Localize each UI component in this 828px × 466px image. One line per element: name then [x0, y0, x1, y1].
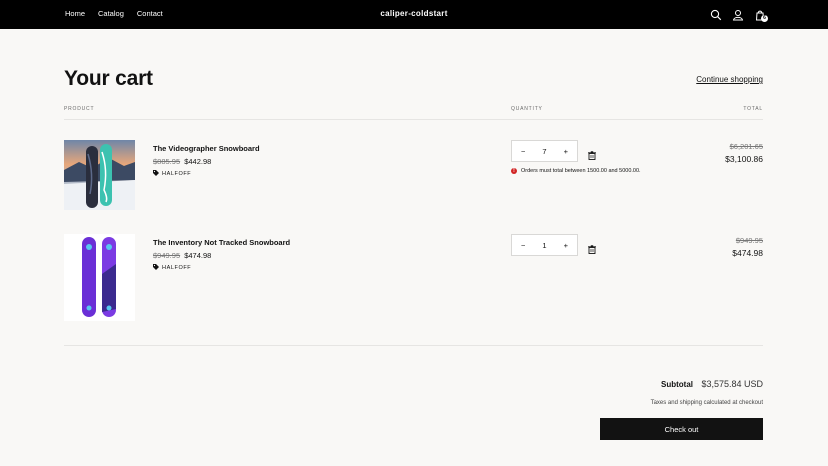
trash-icon[interactable] [588, 241, 596, 254]
divider [64, 119, 763, 120]
compare-price: $949.95 [153, 251, 181, 260]
search-icon[interactable] [710, 8, 722, 21]
cart-item: The Inventory Not Tracked Snowboard $949… [64, 234, 763, 322]
checkout-button[interactable]: Check out [600, 418, 763, 440]
error-icon: ! [511, 168, 517, 174]
continue-shopping-link[interactable]: Continue shopping [696, 75, 763, 84]
sale-price: $442.98 [184, 157, 212, 166]
product-price: $949.95 $474.98 [153, 251, 211, 260]
column-header-quantity: QUANTITY [511, 106, 543, 112]
subtotal-label: Subtotal [661, 380, 693, 389]
error-text: Orders must total between 1500.00 and 50… [521, 168, 641, 174]
product-price: $885.95 $442.98 [153, 157, 211, 166]
nav-catalog-link[interactable]: Catalog [98, 9, 124, 18]
compare-price: $885.95 [153, 157, 181, 166]
cart-count-badge: 6 [761, 15, 768, 22]
discount-tag: HALFOFF [153, 264, 191, 272]
increase-quantity-button[interactable]: + [564, 147, 568, 156]
discount-code: HALFOFF [162, 171, 192, 177]
main-nav: Home Catalog Contact [65, 9, 163, 18]
subtotal-value: $3,575.84 USD [701, 379, 763, 389]
product-name-link[interactable]: The Videographer Snowboard [153, 144, 260, 153]
column-header-product: PRODUCT [64, 106, 95, 112]
discount-code: HALFOFF [162, 265, 192, 271]
account-icon[interactable] [732, 8, 744, 21]
trash-icon[interactable] [588, 147, 596, 160]
product-image[interactable] [64, 234, 135, 321]
product-image[interactable] [64, 140, 135, 210]
taxes-note: Taxes and shipping calculated at checkou… [650, 400, 763, 406]
column-header-total: TOTAL [743, 106, 763, 112]
product-name-link[interactable]: The Inventory Not Tracked Snowboard [153, 238, 290, 247]
nav-contact-link[interactable]: Contact [137, 9, 163, 18]
decrease-quantity-button[interactable]: − [521, 147, 525, 156]
line-total-original: $949.95 [735, 236, 763, 245]
quantity-input[interactable]: 1 [542, 241, 546, 250]
error-message: ! Orders must total between 1500.00 and … [511, 168, 641, 174]
decrease-quantity-button[interactable]: − [521, 241, 525, 250]
cart-icon[interactable]: 6 [754, 8, 768, 22]
divider [64, 345, 763, 346]
discount-tag: HALFOFF [153, 170, 191, 178]
site-header: Home Catalog Contact caliper-coldstart 6 [0, 0, 828, 29]
sale-price: $474.98 [184, 251, 212, 260]
line-total-original: $6,201.65 [729, 142, 763, 151]
line-total: $3,100.86 [725, 154, 763, 164]
quantity-stepper: − 1 + [511, 234, 578, 256]
page-title: Your cart [64, 67, 153, 90]
tag-icon [153, 264, 159, 272]
line-total: $474.98 [732, 248, 763, 258]
nav-home-link[interactable]: Home [65, 9, 85, 18]
increase-quantity-button[interactable]: + [564, 241, 568, 250]
cart-item: The Videographer Snowboard $885.95 $442.… [64, 140, 763, 212]
quantity-input[interactable]: 7 [542, 147, 546, 156]
quantity-stepper: − 7 + [511, 140, 578, 162]
tag-icon [153, 170, 159, 178]
